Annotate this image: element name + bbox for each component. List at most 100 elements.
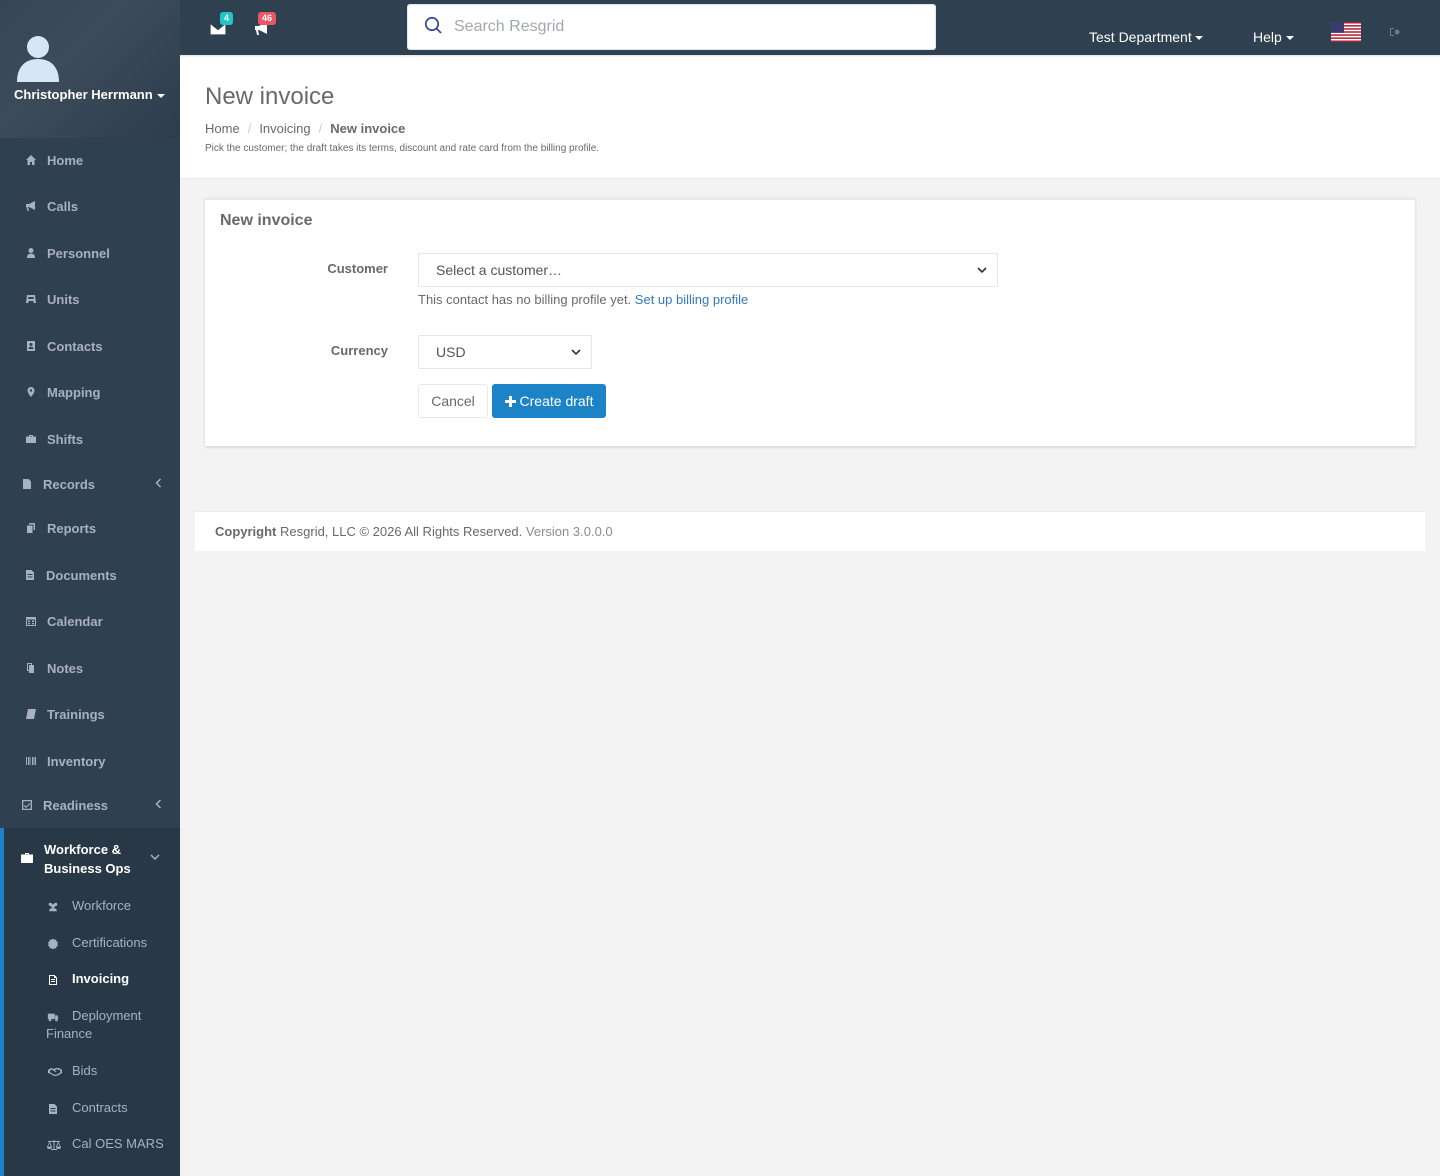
home-icon <box>24 153 38 167</box>
nav-item-home[interactable]: Home <box>0 140 180 180</box>
profile-name: Christopher Herrmann <box>14 87 153 102</box>
certificate-icon <box>46 937 60 951</box>
breadcrumb-invoicing[interactable]: Invoicing <box>259 121 310 136</box>
nav-label: Readiness <box>43 797 109 813</box>
profile-dropdown[interactable]: Christopher Herrmann <box>14 87 165 102</box>
customer-select-value: Select a customer… <box>436 262 563 278</box>
avatar[interactable] <box>15 32 61 82</box>
nav-label: Inventory <box>47 753 106 769</box>
page-subtitle: Pick the customer; the draft takes its t… <box>205 143 600 154</box>
top-navbar: 4 46 Test Department Help <box>180 0 1440 56</box>
nav-label: Shifts <box>47 431 84 447</box>
nav-item-personnel[interactable]: Personnel <box>0 233 180 273</box>
calls-badge: 46 <box>258 12 277 25</box>
search-icon <box>424 16 442 34</box>
nav-label: Contacts <box>47 338 103 354</box>
truck-icon <box>24 292 38 306</box>
footer-text: Copyright Resgrid, LLC © 2026 All Rights… <box>215 524 613 539</box>
notes-icon <box>24 661 38 675</box>
footer: Copyright Resgrid, LLC © 2026 All Rights… <box>195 511 1425 551</box>
create-draft-button[interactable]: Create draft <box>492 384 606 418</box>
user-icon <box>24 246 38 260</box>
nav-item-mapping[interactable]: Mapping <box>0 372 180 412</box>
nav-item-reports[interactable]: Reports <box>0 508 180 548</box>
truck-icon <box>46 1010 60 1024</box>
nav-item-shifts[interactable]: Shifts <box>0 419 180 459</box>
nav-item-units[interactable]: Units <box>0 279 180 319</box>
currency-label: Currency <box>330 343 388 358</box>
nav-label: Personnel <box>47 245 110 261</box>
document-icon <box>23 568 37 582</box>
panel-title: New invoice <box>220 212 313 229</box>
plus-icon <box>504 395 516 407</box>
new-invoice-panel: New invoice Customer Select a customer… … <box>205 198 1415 446</box>
page-heading: New invoice Home / Invoicing / New invoice P… <box>180 57 1440 179</box>
nav-item-calendar[interactable]: Calendar <box>0 601 180 641</box>
messages-badge: 4 <box>220 12 234 25</box>
copyright-label: Copyright <box>215 524 277 539</box>
sub-item-label: Certifications <box>72 935 148 950</box>
chevron-down-icon <box>571 349 581 356</box>
nav-item-readiness[interactable]: Readiness <box>0 785 180 825</box>
search-input[interactable] <box>454 15 914 39</box>
customer-select[interactable]: Select a customer… <box>418 253 998 287</box>
chevron-down-icon <box>150 854 160 861</box>
nav-label: Reports <box>47 520 97 536</box>
nav-label: Calls <box>47 198 79 214</box>
invoice-icon <box>46 973 60 987</box>
sidebar: Christopher Herrmann Home Calls Personne… <box>0 0 180 1176</box>
nav-label: Mapping <box>47 384 101 400</box>
nav-label: Calendar <box>47 613 103 629</box>
department-label: Test Department <box>1089 29 1192 45</box>
setup-billing-profile-link[interactable]: Set up billing profile <box>635 292 748 307</box>
nav-label: Trainings <box>47 706 105 722</box>
department-dropdown[interactable]: Test Department <box>1089 29 1203 45</box>
nav-label: Records <box>43 476 96 492</box>
sub-item-label: Invoicing <box>72 971 130 986</box>
cancel-button[interactable]: Cancel <box>418 384 488 418</box>
book-icon <box>24 707 38 721</box>
nav-item-inventory[interactable]: Inventory <box>0 741 180 781</box>
check-square-icon <box>20 798 34 812</box>
nav-label: Notes <box>47 660 84 676</box>
nav-item-trainings[interactable]: Trainings <box>0 694 180 734</box>
barcode-icon <box>24 754 38 768</box>
currency-select-value: USD <box>436 344 466 360</box>
customer-label: Customer <box>327 261 388 276</box>
nav-item-records[interactable]: Records <box>0 464 180 504</box>
nav-item-documents[interactable]: Documents <box>0 555 180 595</box>
breadcrumb-home[interactable]: Home <box>205 121 240 136</box>
nav-item-calls[interactable]: Calls <box>0 186 180 226</box>
help-dropdown[interactable]: Help <box>1253 29 1294 45</box>
caret-down-icon <box>1194 36 1203 41</box>
briefcase-icon <box>24 432 38 446</box>
handshake-icon <box>46 1065 63 1079</box>
contract-icon <box>46 1102 60 1116</box>
nav-item-contacts[interactable]: Contacts <box>0 326 180 366</box>
nav-group-label: Workforce & Business Ops <box>44 842 131 876</box>
sub-item-label: Contracts <box>72 1100 128 1115</box>
chevron-left-icon <box>155 478 162 488</box>
briefcase-icon <box>21 853 33 863</box>
chevron-left-icon <box>155 799 162 809</box>
us-flag-icon[interactable] <box>1331 22 1361 42</box>
nav-label: Units <box>47 291 80 307</box>
breadcrumb-current: New invoice <box>330 121 406 136</box>
map-marker-icon <box>24 385 38 399</box>
profile-section: Christopher Herrmann <box>0 0 180 138</box>
sign-out-icon[interactable] <box>1389 27 1401 37</box>
currency-select[interactable]: USD <box>418 335 592 369</box>
sub-item-label: Bids <box>72 1063 98 1078</box>
help-text: This contact has no billing profile yet. <box>418 292 632 307</box>
chevron-down-icon <box>977 267 987 274</box>
version-text: Version 3.0.0.0 <box>525 524 613 539</box>
breadcrumb: Home / Invoicing / New invoice <box>205 121 405 136</box>
bullhorn-icon <box>24 199 38 213</box>
help-label: Help <box>1253 29 1282 45</box>
billing-profile-help: This contact has no billing profile yet.… <box>418 292 748 307</box>
nav-item-notes[interactable]: Notes <box>0 648 180 688</box>
sub-item-label: Cal OES MARS <box>72 1136 164 1151</box>
caret-down-icon <box>1285 36 1294 41</box>
page-title: New invoice <box>205 83 335 110</box>
search-box <box>407 4 936 50</box>
